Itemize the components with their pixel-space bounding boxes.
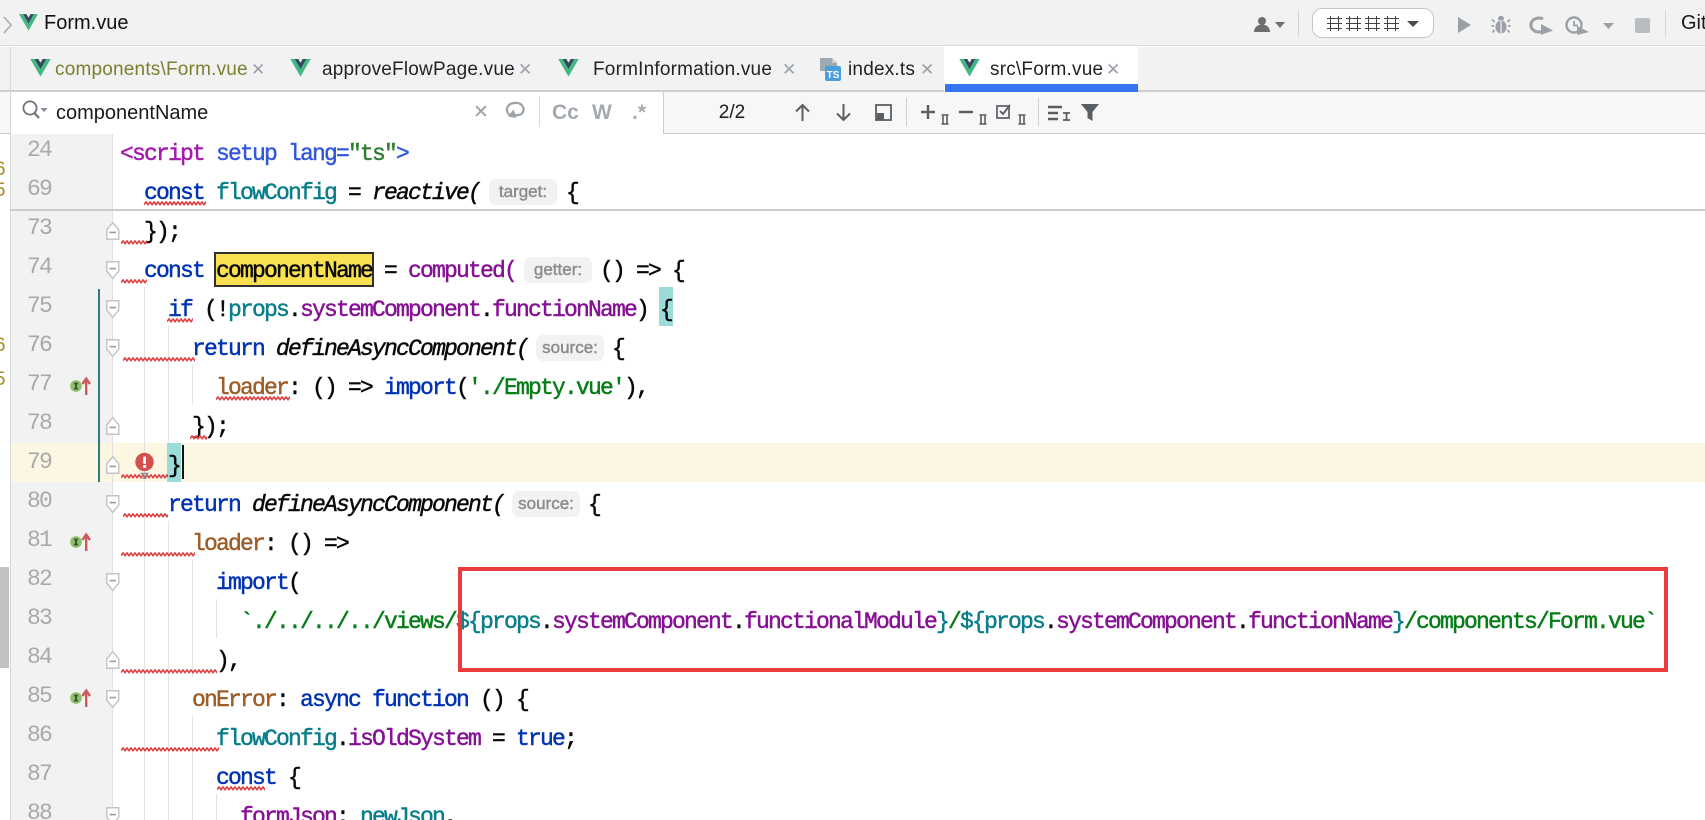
svg-text:TS: TS xyxy=(827,70,840,81)
